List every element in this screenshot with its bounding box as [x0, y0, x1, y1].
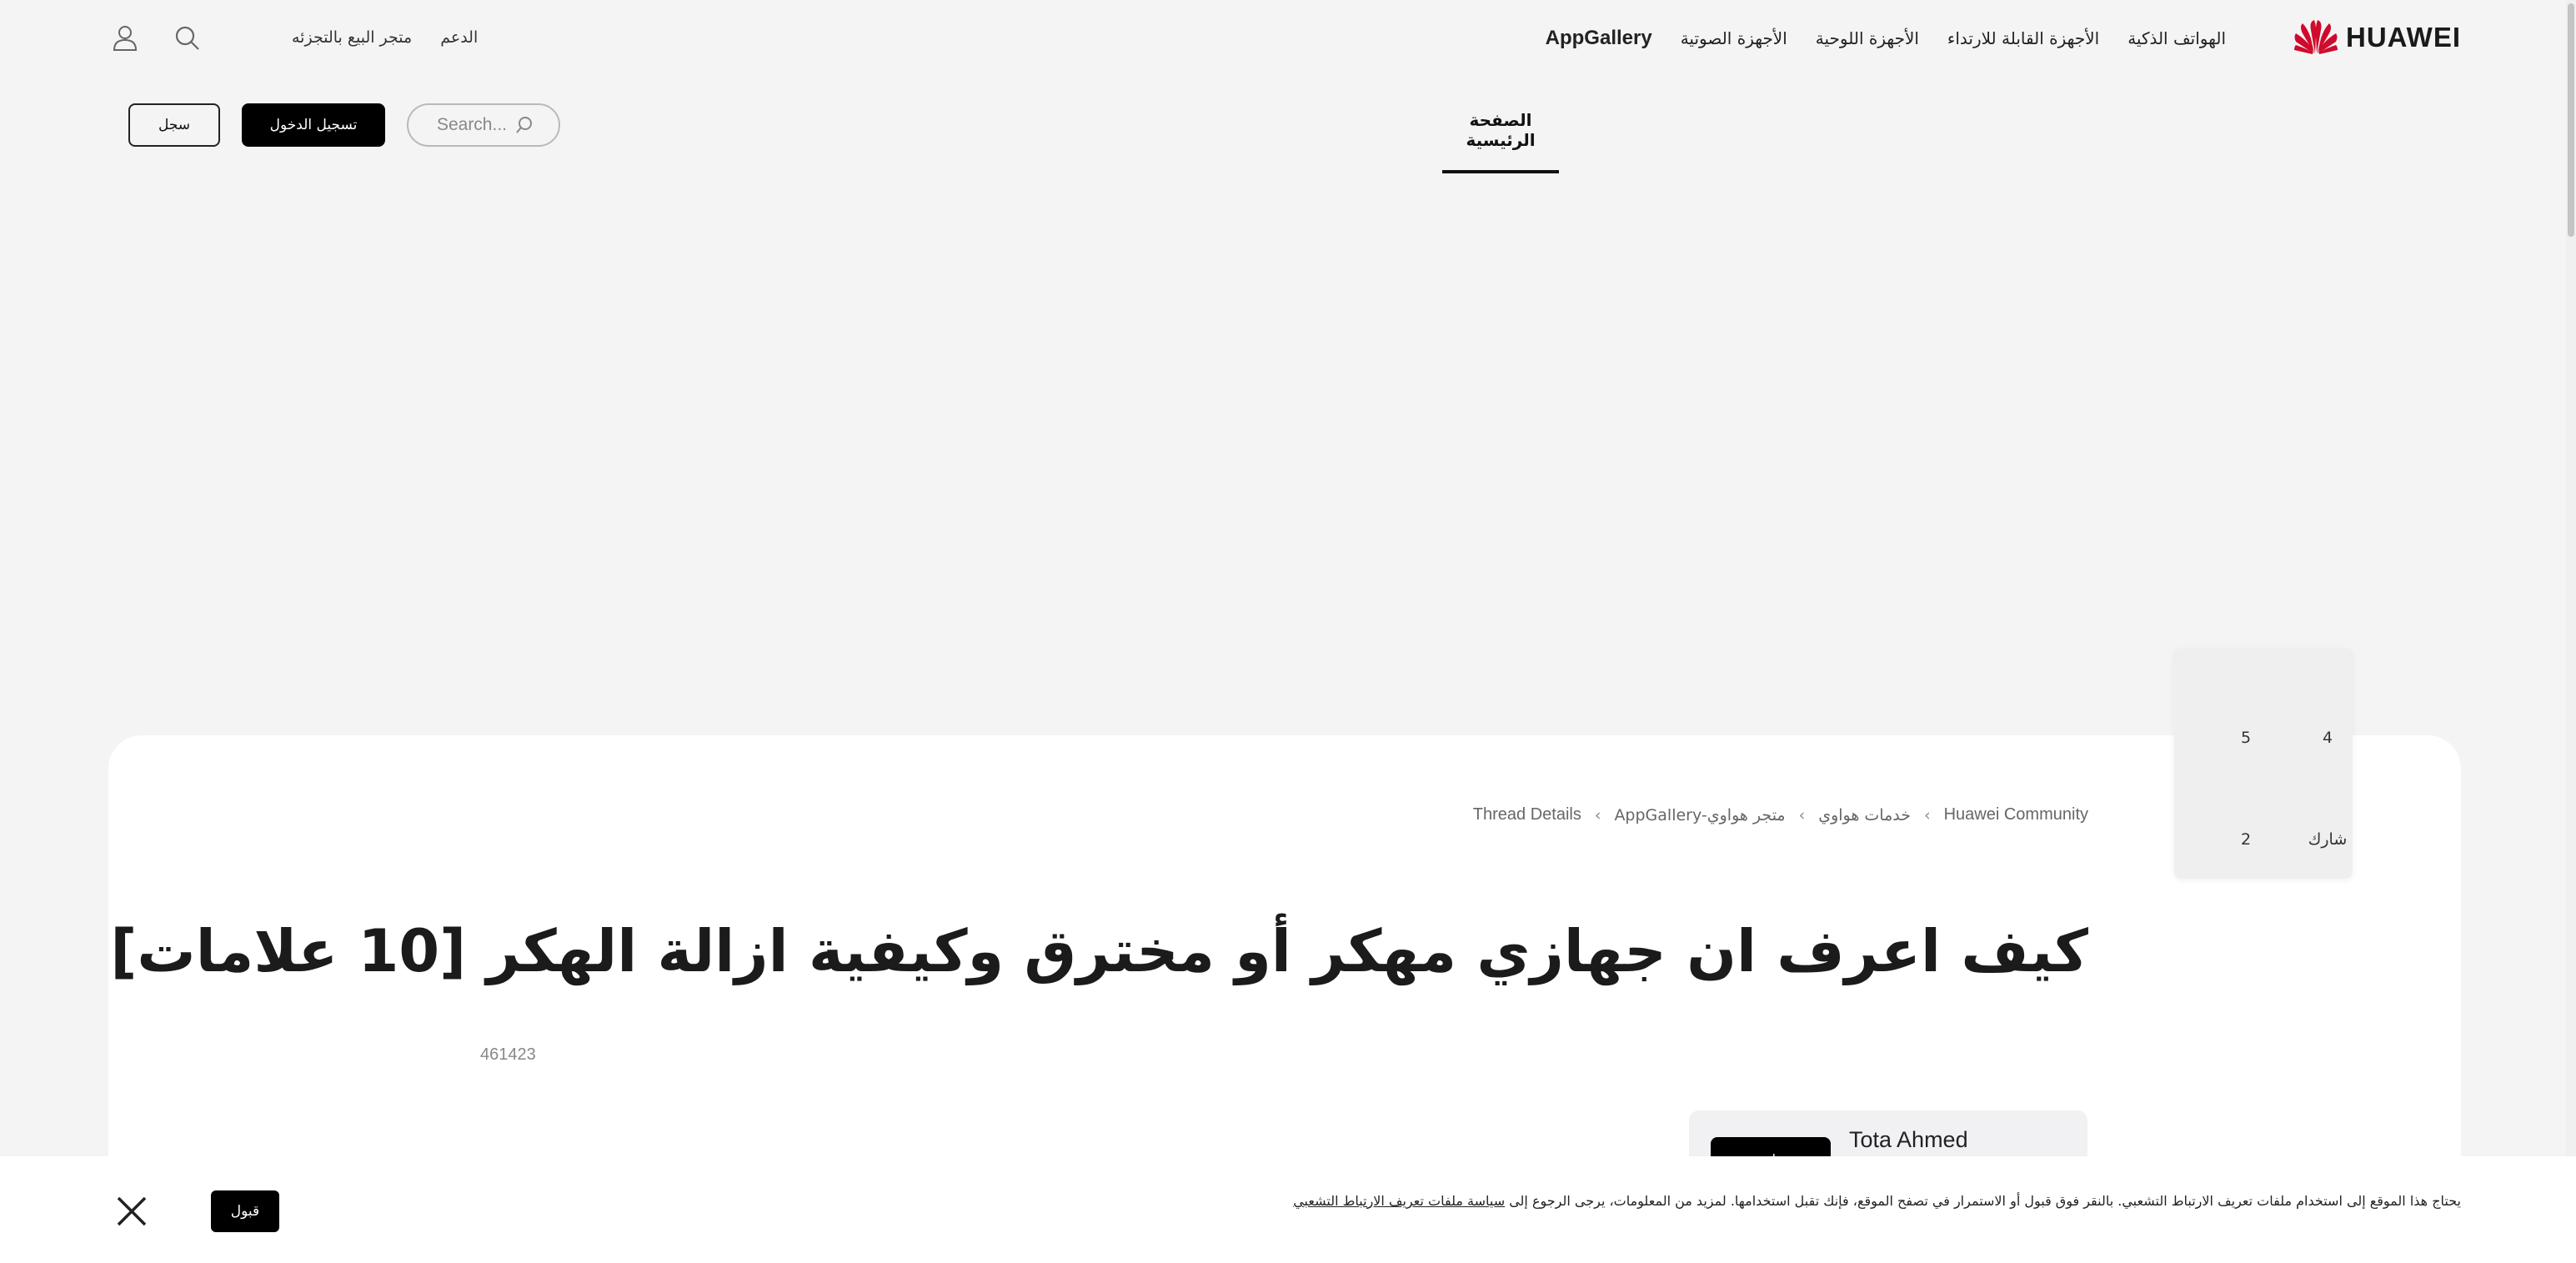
nav-audio[interactable]: الأجهزة الصوتية — [1681, 28, 1787, 48]
breadcrumb-huawei-services[interactable]: خدمات هواوي — [1818, 806, 1911, 824]
chevron-left-icon: ‹ — [1798, 805, 1806, 824]
scrollbar-thumb[interactable] — [2568, 3, 2574, 237]
nav-tablets[interactable]: الأجهزة اللوحية — [1816, 28, 1919, 48]
nav-smartphones[interactable]: الهواتف الذكية — [2127, 28, 2226, 48]
chevron-left-icon: ‹ — [1924, 805, 1931, 824]
close-icon[interactable] — [112, 1191, 152, 1231]
login-button[interactable]: تسجيل الدخول — [242, 103, 385, 147]
page-scrollbar[interactable] — [2566, 0, 2576, 1263]
share-panel: 5 4 2 شارك — [2174, 649, 2353, 879]
utility-nav: متجر البيع بالتجزئه الدعم — [108, 18, 478, 57]
tab-home[interactable]: الصفحة الرئيسية — [1442, 110, 1559, 173]
nav-appgallery[interactable]: AppGallery — [1546, 27, 1652, 50]
register-button[interactable]: سجل — [128, 103, 220, 147]
huawei-logo[interactable]: HUAWEI — [2294, 18, 2461, 57]
view-count: 461423 — [480, 1045, 536, 1064]
breadcrumb: Huawei Community ‹ خدمات هواوي ‹ AppGall… — [1473, 805, 2088, 824]
breadcrumb-thread-details: Thread Details — [1472, 805, 1581, 824]
thread-title: كيف اعرف ان جهازي مهكر أو مخترق وكيفية ا… — [110, 917, 2088, 985]
author-name[interactable]: Tota Ahmed — [1849, 1127, 1968, 1153]
cookie-policy-link[interactable]: سياسة ملفات تعريف الارتباط التشعبي — [1293, 1193, 1505, 1209]
cookie-banner: يحتاج هذا الموقع إلى استخدام ملفات تعريف… — [0, 1156, 2576, 1263]
nav-wearables[interactable]: الأجهزة القابلة للارتداء — [1947, 28, 2099, 48]
main-nav: الهواتف الذكية الأجهزة القابلة للارتداء … — [1546, 22, 2226, 55]
nav-retail-store[interactable]: متجر البيع بالتجزئه — [292, 28, 412, 47]
cookie-message: يحتاج هذا الموقع إلى استخدام ملفات تعريف… — [1505, 1193, 2461, 1209]
share-count-b[interactable]: 4 — [2303, 729, 2353, 747]
search-input[interactable] — [432, 115, 507, 135]
brand-name: HUAWEI — [2346, 22, 2461, 53]
chevron-left-icon: ‹ — [1594, 805, 1601, 824]
community-sub-nav: سجل تسجيل الدخول الصفحة الرئيسية — [0, 83, 2576, 175]
share-count-c[interactable]: 2 — [2221, 830, 2271, 849]
huawei-petal-logo-icon — [2294, 20, 2338, 54]
top-navigation-bar: HUAWEI الهواتف الذكية الأجهزة القابلة لل… — [0, 0, 2576, 75]
share-count-a[interactable]: 5 — [2221, 729, 2271, 747]
share-button[interactable]: شارك — [2303, 830, 2353, 849]
search-icon[interactable] — [170, 21, 203, 54]
accept-cookies-button[interactable]: قبول — [211, 1190, 279, 1232]
community-search[interactable] — [407, 103, 560, 147]
search-icon — [516, 117, 532, 133]
breadcrumb-appgallery[interactable]: AppGallery-متجر هواوي — [1614, 806, 1785, 824]
user-icon[interactable] — [108, 21, 142, 54]
nav-support[interactable]: الدعم — [440, 28, 478, 47]
breadcrumb-community[interactable]: Huawei Community — [1944, 805, 2088, 824]
cookie-text: يحتاج هذا الموقع إلى استخدام ملفات تعريف… — [1293, 1193, 2461, 1209]
